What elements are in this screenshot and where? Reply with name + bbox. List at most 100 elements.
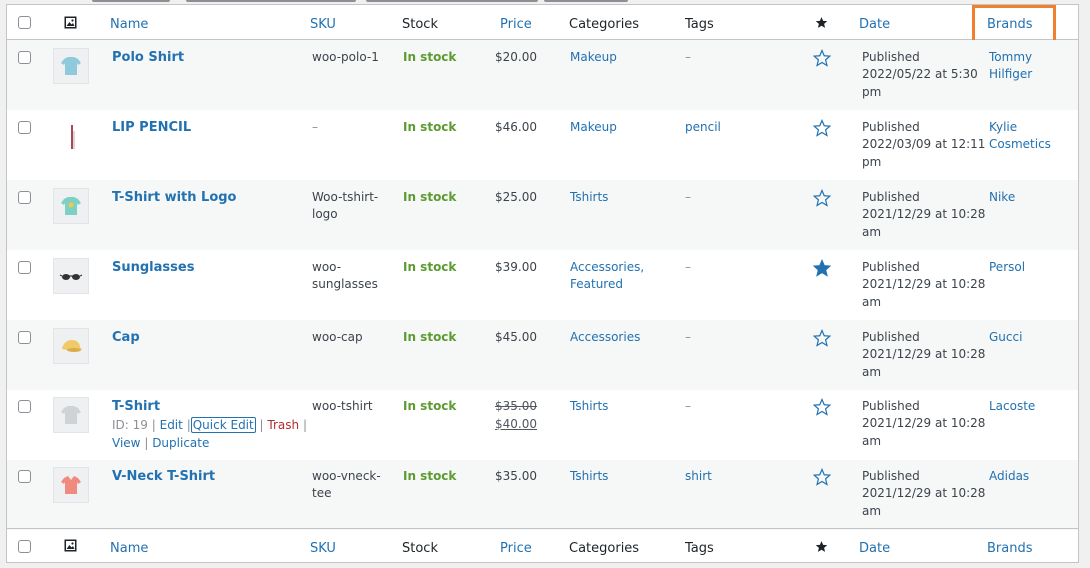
product-name-link[interactable]: T-Shirt <box>112 398 160 415</box>
row-checkbox[interactable] <box>18 331 31 344</box>
date-value-suffix: am <box>862 365 882 379</box>
price-value: $35.00 <box>495 469 537 483</box>
stock-status: In stock <box>403 190 457 204</box>
row-checkbox[interactable] <box>18 51 31 64</box>
product-name-link[interactable]: Polo Shirt <box>112 49 184 66</box>
column-header-date[interactable]: Date <box>859 16 890 33</box>
sku-value: woo-polo-1 <box>312 50 379 64</box>
column-footer-tags: Tags <box>685 541 714 556</box>
date-status: Published <box>862 399 920 413</box>
brand-link[interactable]: Adidas <box>989 468 1029 485</box>
sku-value: woo-vneck- <box>312 469 381 483</box>
column-footer-price[interactable]: Price <box>500 540 532 557</box>
category-link[interactable]: Tshirts <box>570 189 608 206</box>
column-header-price[interactable]: Price <box>500 16 532 33</box>
sku-value: Woo-tshirt- <box>312 190 379 204</box>
product-thumbnail[interactable] <box>53 397 89 433</box>
select-all-checkbox-footer[interactable] <box>18 540 31 553</box>
category-link[interactable]: Accessories <box>570 329 640 346</box>
sku-value-cont: logo <box>312 207 338 221</box>
toolbar-button-edge[interactable] <box>186 0 356 2</box>
row-action-separator: | <box>302 418 308 432</box>
date-status: Published <box>862 469 920 483</box>
tag-link[interactable]: shirt <box>685 468 712 485</box>
sku-value: woo- <box>312 260 342 274</box>
sku-value: – <box>312 120 318 134</box>
brand-link[interactable]: Persol <box>989 259 1025 276</box>
featured-star-icon[interactable] <box>812 397 832 416</box>
stock-status: In stock <box>403 330 457 344</box>
toolbar-button-edge[interactable] <box>544 0 628 2</box>
table-footer: Name SKU Stock Price Categories Tags Dat… <box>7 528 1078 562</box>
category-link[interactable]: Accessories, <box>570 259 644 276</box>
table-row: LIP PENCIL – In stock $46.00 Makeup penc… <box>7 110 1078 180</box>
image-icon <box>64 16 77 34</box>
brand-link[interactable]: Nike <box>989 189 1015 206</box>
row-checkbox[interactable] <box>18 470 31 483</box>
sku-value-cont: sunglasses <box>312 277 378 291</box>
product-name-link[interactable]: V-Neck T-Shirt <box>112 468 215 485</box>
column-footer-date[interactable]: Date <box>859 540 890 557</box>
row-actions-cont: View | Duplicate <box>112 435 209 452</box>
date-value-suffix: am <box>862 295 882 309</box>
sale-price: $40.00 <box>495 417 537 431</box>
select-all-checkbox[interactable] <box>18 16 31 29</box>
featured-star-icon[interactable] <box>812 118 832 137</box>
category-link[interactable]: Makeup <box>570 49 617 66</box>
brand-link[interactable]: Gucci <box>989 329 1022 346</box>
product-thumbnail[interactable] <box>53 328 89 364</box>
toolbar-button-edge[interactable] <box>366 0 538 2</box>
date-value-suffix: am <box>862 434 882 448</box>
tags-value: – <box>685 330 691 344</box>
product-name-link[interactable]: T-Shirt with Logo <box>112 189 237 206</box>
star-icon[interactable] <box>815 540 828 558</box>
product-thumbnail[interactable] <box>53 467 89 503</box>
product-name-link[interactable]: LIP PENCIL <box>112 119 191 136</box>
column-footer-name[interactable]: Name <box>110 540 148 557</box>
category-link[interactable]: Makeup <box>570 119 617 136</box>
date-status: Published <box>862 50 920 64</box>
trash-link[interactable]: Trash <box>267 418 299 432</box>
edit-link[interactable]: Edit <box>160 418 183 432</box>
toolbar-button-edge[interactable] <box>92 0 170 2</box>
category-link[interactable]: Tshirts <box>570 468 608 485</box>
product-thumbnail[interactable] <box>53 48 89 84</box>
product-name-link[interactable]: Sunglasses <box>112 259 194 276</box>
column-footer-sku[interactable]: SKU <box>310 540 336 557</box>
brand-link[interactable]: Lacoste <box>989 398 1035 415</box>
column-footer-brands[interactable]: Brands <box>987 540 1033 557</box>
featured-star-icon[interactable] <box>812 188 832 207</box>
column-footer-stock: Stock <box>402 541 438 556</box>
regular-price: $35.00 <box>495 399 537 413</box>
tag-link[interactable]: pencil <box>685 119 721 136</box>
row-checkbox[interactable] <box>18 400 31 413</box>
category-link[interactable]: Tshirts <box>570 398 608 415</box>
star-icon[interactable] <box>815 16 828 34</box>
product-thumbnail[interactable] <box>53 118 89 154</box>
column-header-sku[interactable]: SKU <box>310 16 336 33</box>
price-value: $25.00 <box>495 190 537 204</box>
brand-link[interactable]: Kylie Cosmetics <box>989 119 1078 153</box>
tags-value: – <box>685 190 691 204</box>
sku-value: woo-cap <box>312 330 363 344</box>
quick-edit-link[interactable]: Quick Edit <box>190 417 256 433</box>
table-row: Cap woo-cap In stock $45.00 Accessories … <box>7 320 1078 390</box>
row-checkbox[interactable] <box>18 261 31 274</box>
row-checkbox[interactable] <box>18 191 31 204</box>
row-checkbox[interactable] <box>18 121 31 134</box>
product-thumbnail[interactable] <box>53 188 89 224</box>
products-table: Name SKU Stock Price Categories Tags Dat… <box>6 4 1079 563</box>
featured-star-icon[interactable] <box>812 467 832 486</box>
duplicate-link[interactable]: Duplicate <box>152 436 209 450</box>
featured-star-icon[interactable] <box>812 328 832 347</box>
column-header-name[interactable]: Name <box>110 16 148 33</box>
featured-star-icon[interactable] <box>812 48 832 67</box>
product-name-link[interactable]: Cap <box>112 329 140 346</box>
brand-link[interactable]: Tommy Hilfiger <box>989 49 1078 83</box>
date-value: 2021/12/29 at 10:28 <box>862 347 986 361</box>
view-link[interactable]: View <box>112 436 140 450</box>
featured-star-icon[interactable] <box>812 258 832 277</box>
price-value: $45.00 <box>495 330 537 344</box>
category-link[interactable]: Featured <box>570 276 623 293</box>
product-thumbnail[interactable] <box>53 258 89 294</box>
